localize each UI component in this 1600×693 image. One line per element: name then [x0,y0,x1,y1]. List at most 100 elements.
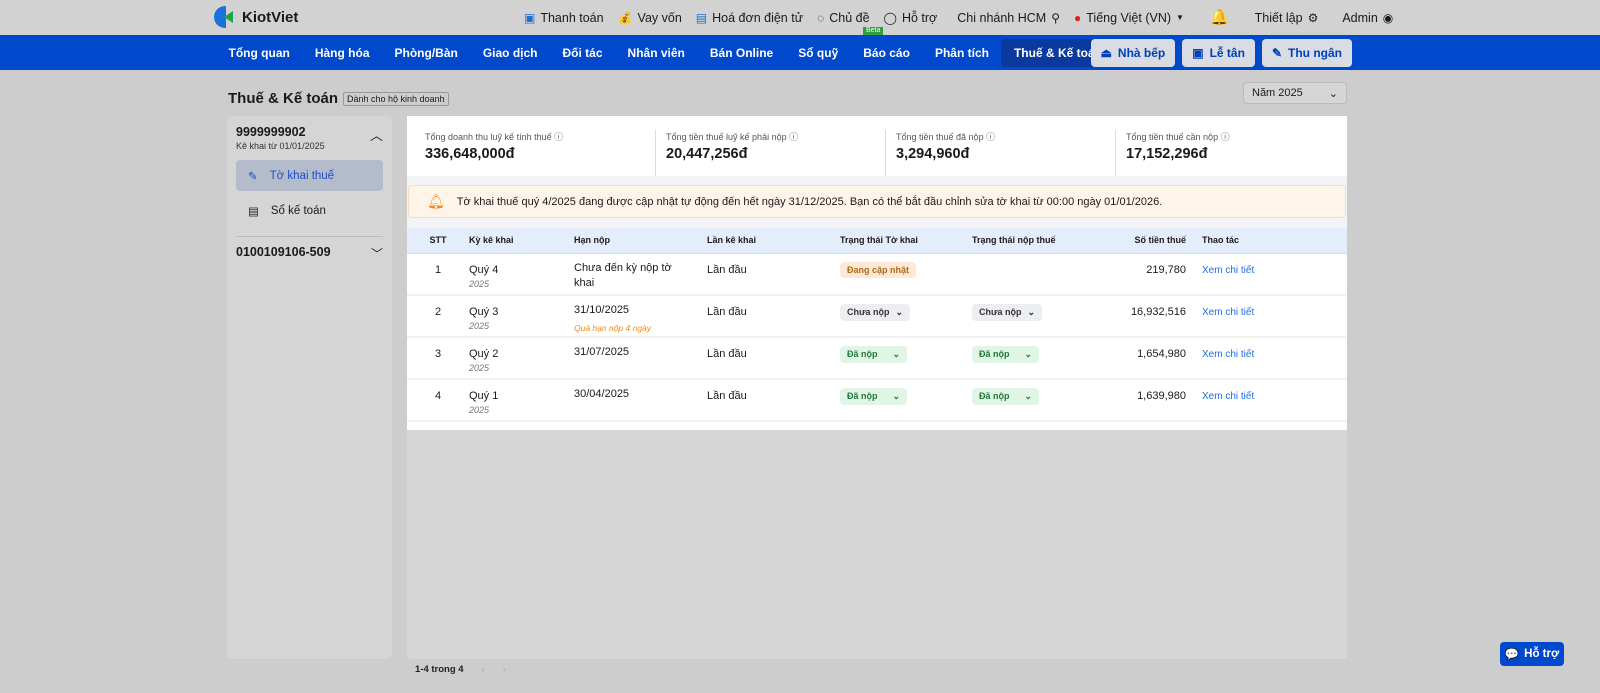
table-row: 3 Quý 2 2025 31/07/2025 Lần đầu Đã nộp ⌄ Đ… [407,337,1347,380]
nav-item[interactable]: Phân tích [922,39,1001,67]
account-id: 0100109106-509 [236,245,331,259]
cashier-icon: ✎ [1271,46,1282,60]
payment-link[interactable]: ▣ Thanh toán [524,11,604,25]
brand-name: KiotViet [242,8,299,26]
user-menu[interactable]: Admin ◉ [1342,11,1393,25]
year-select[interactable]: Năm 2025 ⌄ [1243,82,1347,104]
chevron-down-icon: ⌄ [1027,306,1036,317]
info-icon[interactable]: ⓘ [554,132,563,142]
label: Lễ tân [1209,46,1245,60]
kiotviet-logo[interactable]: KiotViet [214,6,298,28]
stt: 1 [407,253,469,296]
period-year: 2025 [469,405,490,415]
pagination-label: 1-4 trong 4 [415,664,464,675]
stt: 2 [407,295,469,338]
status-pill: Đang cập nhật [840,261,917,278]
branch-selector[interactable]: Chi nhánh HCM ⚲ [957,11,1060,25]
nav-item[interactable]: Tổng quan [216,39,302,67]
nav-item[interactable]: Hàng hóa [302,39,382,67]
view-detail-link[interactable]: Xem chi tiết [1202,265,1254,276]
column-header: Số tiền thuế [1112,228,1202,254]
invoice-icon: ▤ [695,10,708,25]
branch-label: Chi nhánh HCM [957,10,1047,25]
column-header: Lần kê khai [707,228,840,254]
status-pill[interactable]: Chưa nộp ⌄ [972,303,1043,321]
status-label: Đã nộp [979,349,1010,359]
loan-link[interactable]: 💰 Vay vốn [618,11,682,25]
period: Quý 2 [469,348,499,360]
bell-icon[interactable]: 🔔 [1210,10,1229,25]
view-detail-link[interactable]: Xem chi tiết [1202,391,1254,402]
chevron-down-icon: ﹀ [370,247,383,261]
status-label: Chưa nộp [847,307,890,317]
nav-item[interactable]: Đối tác [550,39,615,67]
settings-link[interactable]: Thiết lập ⚙ [1255,11,1319,25]
nav-item[interactable]: Bán Online [697,39,785,67]
table-row: 1 Quý 4 2025 Chưa đến kỳ nộp tờ khai Lần … [407,253,1347,296]
main-panel: Tổng doanh thu luỹ kế tính thuế ⓘ 336,648… [407,116,1347,659]
sidebar-item-tax-return[interactable]: ✎ Tờ khai thuế [236,160,383,191]
stat-label: Tổng tiền thuế đã nộp [896,132,984,142]
account-header-1[interactable]: 9999999902 Kê khai từ 01/01/2025 ︿ [236,125,383,151]
money-bag-icon: 💰 [617,10,633,25]
account-subtitle: Kê khai từ 01/01/2025 [236,141,325,151]
payment-icon: ▣ [524,10,536,25]
column-header: STT [407,228,469,254]
info-icon[interactable]: ⓘ [986,132,995,142]
stat-label: Tổng doanh thu luỹ kế tính thuế [425,132,552,142]
stat-value: 336,648,000đ [425,146,515,162]
filing-times: Lần đầu [707,337,840,380]
next-page-icon[interactable]: › [503,664,506,675]
nav-item[interactable]: Nhân viên [615,39,697,67]
status-pill[interactable]: Đã nộp ⌄ [840,345,907,363]
top-bar: KiotViet ▣ Thanh toán 💰 Vay vốn ▤ Hoá đơn đ… [0,0,1600,35]
chevron-down-icon: ⌄ [1024,390,1032,401]
stat-card: Tổng tiền thuế đã nộp ⓘ 3,294,960đ [885,130,1115,176]
nav-item[interactable]: Phòng/Bàn [382,39,470,67]
chevron-up-icon: ︿ [369,128,383,143]
prev-page-icon[interactable]: ‹ [482,664,485,675]
location-pin-icon: ⚲ [1051,10,1060,25]
nav-button[interactable]: ⏏ Nhà bếp [1090,39,1176,67]
status-pill[interactable]: Chưa nộp ⌄ [840,303,911,321]
nav-item[interactable]: Báo cáo [851,39,923,67]
help-button[interactable]: 💬 Hỗ trợ [1500,642,1564,666]
user-icon: ◉ [1382,10,1394,25]
status-label: Đã nộp [847,349,878,359]
stat-card: Tổng doanh thu luỹ kế tính thuế ⓘ 336,648… [425,130,655,176]
info-icon[interactable]: ⓘ [789,132,798,142]
period: Quý 3 [469,306,499,318]
column-header: Trạng thái Tờ khai [840,228,972,254]
label: Chủ đề [829,10,870,25]
label: Tờ khai thuế [269,169,335,182]
status-pill[interactable]: Đã nộp ⌄ [972,387,1039,405]
label: Vay vốn [637,10,682,25]
einvoice-link[interactable]: ▤ Hoá đơn điện tử [696,11,803,25]
view-detail-link[interactable]: Xem chi tiết [1202,349,1254,360]
account-header-2[interactable]: 0100109106-509 ﹀ [236,245,383,262]
theme-link[interactable]: ◌ Chủ đề [817,11,869,25]
stat-label: Tổng tiền thuế cần nộp [1126,132,1219,142]
status-label: Đang cập nhật [847,264,910,275]
nav-item[interactable]: Giao dịch [470,39,550,67]
view-detail-link[interactable]: Xem chi tiết [1202,307,1254,318]
support-link[interactable]: ◯ Hỗ trợ [884,11,938,25]
chevron-down-icon: ⌄ [1024,348,1032,359]
language-selector[interactable]: ● Tiếng Việt (VN) ▼ [1074,11,1184,25]
nav-button[interactable]: ✎ Thu ngân [1261,39,1352,67]
label: Nhà bếp [1117,46,1166,60]
user-label: Admin [1342,10,1378,25]
status-label: Đã nộp [847,391,878,401]
tax-amount: 1,654,980 [1112,337,1202,380]
label: Thu ngân [1288,46,1342,60]
column-header: Thao tác [1202,228,1347,254]
sidebar-item-ledger[interactable]: ▤ Sổ kế toán [236,195,383,226]
info-icon[interactable]: ⓘ [1221,132,1230,142]
tax-amount: 219,780 [1112,253,1202,296]
period-year: 2025 [469,278,490,289]
status-pill[interactable]: Đã nộp ⌄ [840,387,907,405]
nav-button[interactable]: ▣ Lễ tân [1182,39,1255,67]
nav-item[interactable]: Sổ quỹ [786,39,851,67]
stt: 4 [407,379,469,422]
status-pill[interactable]: Đã nộp ⌄ [972,345,1039,363]
